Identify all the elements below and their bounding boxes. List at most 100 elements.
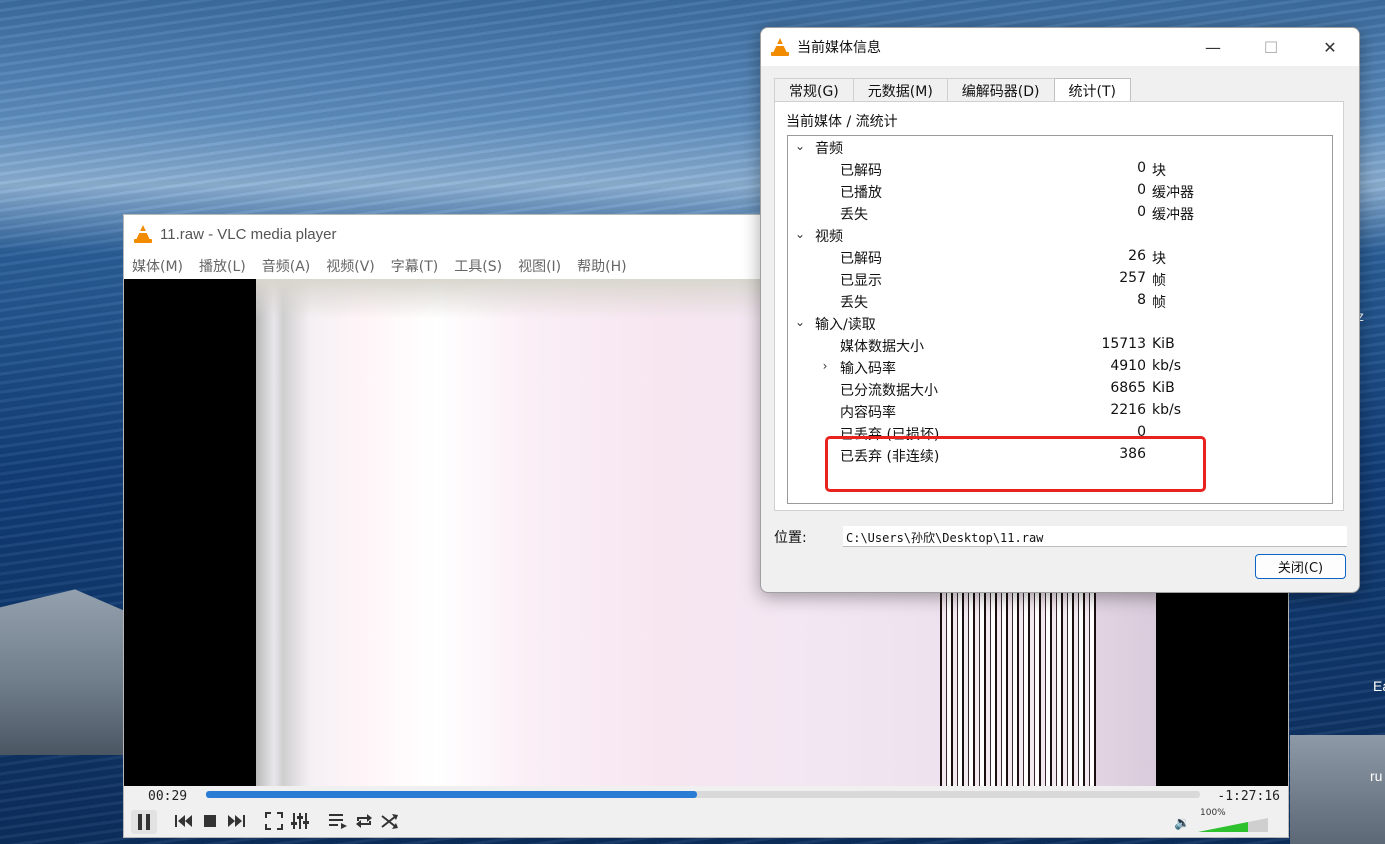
desktop-edge-text-2: Ea bbox=[1373, 678, 1385, 694]
menu-help[interactable]: 帮助(H) bbox=[577, 256, 626, 276]
remaining-time[interactable]: -1:27:16 bbox=[1217, 789, 1280, 804]
dialog-title: 当前媒体信息 bbox=[797, 40, 881, 56]
stat-unit: 块 bbox=[1152, 251, 1166, 267]
chevron-down-icon[interactable]: ⌄ bbox=[793, 227, 807, 241]
menu-media[interactable]: 媒体(M) bbox=[132, 256, 183, 276]
tree-stat-row[interactable]: 媒体数据大小 15713 KiB bbox=[788, 334, 1332, 356]
tree-stat-row[interactable]: 丢失 8 帧 bbox=[788, 290, 1332, 312]
minimize-button[interactable]: — bbox=[1184, 28, 1242, 66]
stat-value: 2216 bbox=[1110, 402, 1146, 418]
tree-stat-row[interactable]: 已分流数据大小 6865 KiB bbox=[788, 378, 1332, 400]
tree-stat-row[interactable]: › 输入码率 4910 kb/s bbox=[788, 356, 1332, 378]
tab-metadata[interactable]: 元数据(M) bbox=[852, 78, 948, 101]
menu-tools[interactable]: 工具(S) bbox=[454, 256, 502, 276]
speaker-icon[interactable]: 🔉 bbox=[1174, 816, 1190, 831]
volume-control[interactable]: 🔉 100% bbox=[1174, 808, 1274, 834]
volume-percent: 100% bbox=[1200, 808, 1226, 818]
stat-value: 257 bbox=[1119, 270, 1146, 286]
stat-unit: 帧 bbox=[1152, 273, 1166, 289]
stat-name: 丢失 bbox=[840, 295, 868, 311]
tab-general[interactable]: 常规(G) bbox=[774, 78, 854, 101]
previous-button[interactable] bbox=[173, 810, 195, 832]
shuffle-icon bbox=[381, 814, 398, 829]
stat-value: 26 bbox=[1128, 248, 1146, 264]
tree-group-row[interactable]: ⌄ 音频 bbox=[788, 136, 1332, 158]
volume-slider[interactable] bbox=[1198, 818, 1268, 832]
red-annotation-box bbox=[825, 436, 1206, 492]
tree-group-row[interactable]: ⌄ 输入/读取 bbox=[788, 312, 1332, 334]
tree-stat-row[interactable]: 已解码 26 块 bbox=[788, 246, 1332, 268]
menu-subtitle[interactable]: 字幕(T) bbox=[391, 256, 438, 276]
vlc-cone-icon bbox=[134, 225, 152, 243]
stat-name: 已解码 bbox=[840, 251, 882, 267]
seek-bar-fill bbox=[206, 791, 698, 798]
chevron-right-icon[interactable]: › bbox=[818, 359, 832, 373]
menu-playback[interactable]: 播放(L) bbox=[199, 256, 246, 276]
media-info-dialog: 当前媒体信息 — ☐ ✕ 常规(G) 元数据(M) 编解码器(D) 统计(T) … bbox=[760, 27, 1360, 593]
previous-icon bbox=[175, 815, 192, 827]
fullscreen-button[interactable] bbox=[263, 810, 285, 832]
tree-group-label: 视频 bbox=[815, 229, 843, 245]
equalizer-icon bbox=[291, 813, 309, 829]
stat-unit: kb/s bbox=[1152, 358, 1182, 374]
stat-value: 0 bbox=[1137, 204, 1146, 220]
stat-value: 15713 bbox=[1101, 336, 1146, 352]
shuffle-button[interactable] bbox=[379, 810, 401, 832]
stat-unit: kb/s bbox=[1152, 402, 1182, 418]
pause-button[interactable] bbox=[131, 810, 157, 834]
loop-icon bbox=[356, 814, 372, 828]
stat-name: 已解码 bbox=[840, 163, 882, 179]
menu-audio[interactable]: 音频(A) bbox=[262, 256, 311, 276]
tree-stat-row[interactable]: 已显示 257 帧 bbox=[788, 268, 1332, 290]
stop-icon bbox=[204, 815, 216, 827]
desktop-edge-text-3: ru bbox=[1370, 768, 1383, 784]
vlc-cone-icon bbox=[771, 38, 789, 56]
vlc-window-title: 11.raw - VLC media player bbox=[160, 225, 337, 243]
stat-name: 媒体数据大小 bbox=[840, 339, 924, 355]
location-field[interactable]: C:\Users\孙欣\Desktop\11.raw bbox=[843, 526, 1347, 547]
dialog-tabs: 常规(G) 元数据(M) 编解码器(D) 统计(T) bbox=[774, 78, 1131, 102]
tab-codec[interactable]: 编解码器(D) bbox=[946, 78, 1055, 101]
menu-view[interactable]: 视图(I) bbox=[518, 256, 561, 276]
stat-name: 已播放 bbox=[840, 185, 882, 201]
stat-name: 已显示 bbox=[840, 273, 882, 289]
stat-value: 0 bbox=[1137, 182, 1146, 198]
chevron-down-icon[interactable]: ⌄ bbox=[793, 139, 807, 153]
tree-group-label: 输入/读取 bbox=[815, 317, 876, 333]
stat-unit: 缓冲器 bbox=[1152, 185, 1194, 201]
next-icon bbox=[228, 815, 245, 827]
close-button[interactable]: 关闭(C) bbox=[1255, 554, 1346, 579]
stat-unit: KiB bbox=[1152, 336, 1175, 352]
tree-group-row[interactable]: ⌄ 视频 bbox=[788, 224, 1332, 246]
tree-stat-row[interactable]: 已播放 0 缓冲器 bbox=[788, 180, 1332, 202]
next-button[interactable] bbox=[225, 810, 247, 832]
tab-statistics[interactable]: 统计(T) bbox=[1053, 78, 1131, 102]
tree-stat-row[interactable]: 丢失 0 缓冲器 bbox=[788, 202, 1332, 224]
volume-slider-fill bbox=[1198, 818, 1249, 832]
loop-button[interactable] bbox=[353, 810, 375, 832]
stop-button[interactable] bbox=[199, 810, 221, 832]
tree-stat-row[interactable]: 已解码 0 块 bbox=[788, 158, 1332, 180]
playlist-button[interactable] bbox=[327, 810, 349, 832]
stat-name: 丢失 bbox=[840, 207, 868, 223]
close-window-button[interactable]: ✕ bbox=[1301, 28, 1359, 66]
stat-unit: 块 bbox=[1152, 163, 1166, 179]
stat-unit: 帧 bbox=[1152, 295, 1166, 311]
extended-settings-button[interactable] bbox=[289, 810, 311, 832]
stat-value: 6865 bbox=[1110, 380, 1146, 396]
panel-heading: 当前媒体 / 流统计 bbox=[786, 114, 898, 130]
dialog-titlebar[interactable]: 当前媒体信息 — ☐ ✕ bbox=[761, 28, 1359, 66]
maximize-button[interactable]: ☐ bbox=[1242, 28, 1300, 66]
menu-video[interactable]: 视频(V) bbox=[326, 256, 375, 276]
location-label: 位置: bbox=[774, 530, 807, 546]
seek-bar[interactable] bbox=[206, 791, 1200, 798]
stat-name: 输入码率 bbox=[840, 361, 896, 377]
tree-stat-row[interactable]: 内容码率 2216 kb/s bbox=[788, 400, 1332, 422]
stat-unit: 缓冲器 bbox=[1152, 207, 1194, 223]
chevron-down-icon[interactable]: ⌄ bbox=[793, 315, 807, 329]
pause-icon bbox=[138, 814, 150, 830]
playback-controls: 🔉 100% bbox=[124, 806, 1288, 838]
tree-group-label: 音频 bbox=[815, 141, 843, 157]
stat-name: 已分流数据大小 bbox=[840, 383, 938, 399]
fullscreen-icon bbox=[265, 812, 283, 830]
